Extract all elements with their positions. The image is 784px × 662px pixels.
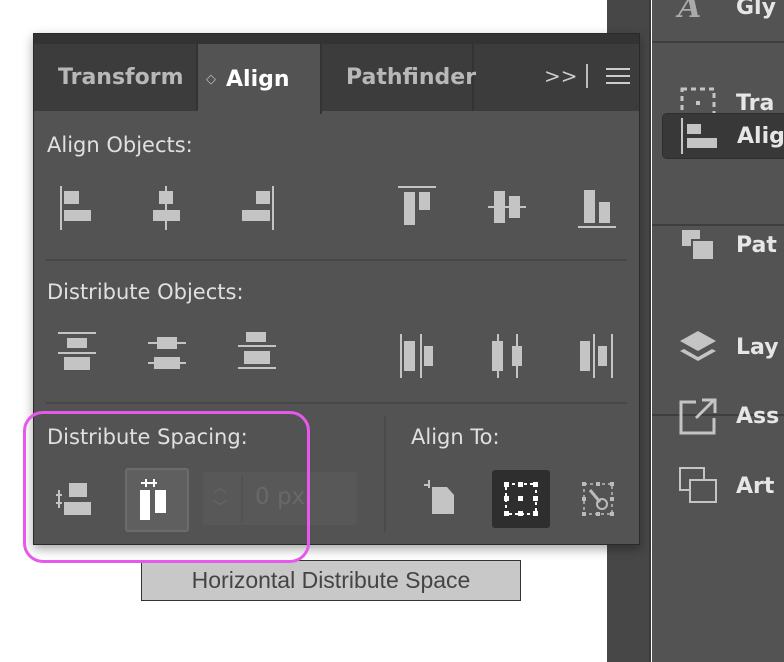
dock-divider bbox=[652, 41, 784, 43]
horizontal-distribute-center-icon[interactable] bbox=[486, 334, 530, 378]
dock-item-align[interactable]: Alig bbox=[662, 113, 784, 159]
tab-separator bbox=[586, 64, 588, 88]
align-to-selection-button[interactable] bbox=[492, 470, 550, 528]
sort-chevrons-icon: ◇ bbox=[206, 71, 216, 87]
tooltip-text: Horizontal Distribute Space bbox=[191, 567, 471, 593]
dock-item-layers[interactable]: Lay bbox=[662, 324, 784, 370]
dock-item-artboards[interactable]: Art bbox=[662, 463, 784, 509]
horizontal-align-center-icon[interactable] bbox=[144, 186, 188, 230]
vertical-align-bottom-icon[interactable] bbox=[576, 186, 620, 230]
highlight-annotation bbox=[23, 411, 310, 563]
distribute-objects-label: Distribute Objects: bbox=[47, 280, 244, 304]
tab-transform[interactable]: Transform bbox=[34, 44, 198, 111]
dock-item-glyphs[interactable]: A Gly bbox=[662, 0, 784, 30]
horizontal-align-right-icon[interactable] bbox=[234, 186, 278, 230]
tab-align[interactable]: ◇ Align bbox=[198, 44, 322, 114]
align-to-key-object-icon[interactable] bbox=[578, 480, 622, 524]
tab-pathfinder[interactable]: Pathfinder bbox=[322, 44, 476, 111]
panel-dock: A Gly Tra Alig Pat Lay Ass Art bbox=[652, 0, 784, 662]
section-divider bbox=[46, 402, 627, 404]
align-icon bbox=[681, 118, 717, 154]
align-to-artboard-icon[interactable] bbox=[422, 480, 466, 524]
dock-item-pathfinder[interactable]: Pat bbox=[662, 222, 784, 268]
asset-export-icon bbox=[679, 398, 717, 435]
vertical-divider bbox=[384, 416, 386, 532]
overflow-tabs-button[interactable]: >> bbox=[544, 64, 578, 88]
vertical-align-center-icon[interactable] bbox=[486, 186, 530, 230]
align-to-label: Align To: bbox=[411, 425, 500, 449]
dock-item-asset-export[interactable]: Ass bbox=[662, 393, 784, 439]
horizontal-align-left-icon[interactable] bbox=[56, 186, 100, 230]
layers-icon bbox=[680, 331, 716, 361]
vertical-distribute-top-icon[interactable] bbox=[56, 330, 100, 374]
vertical-align-top-icon[interactable] bbox=[396, 186, 440, 230]
horizontal-distribute-right-icon[interactable] bbox=[574, 334, 618, 378]
vertical-distribute-bottom-icon[interactable] bbox=[236, 330, 280, 374]
pathfinder-icon bbox=[682, 230, 715, 261]
hamburger-icon[interactable] bbox=[606, 68, 630, 84]
horizontal-distribute-left-icon[interactable] bbox=[398, 334, 442, 378]
glyph-icon: A bbox=[678, 0, 702, 25]
vertical-distribute-center-icon[interactable] bbox=[146, 330, 190, 374]
tab-bar: Transform ◇ Align Pathfinder >> bbox=[34, 34, 639, 114]
section-divider bbox=[46, 259, 627, 261]
artboards-icon bbox=[679, 467, 717, 503]
tooltip: Horizontal Distribute Space bbox=[141, 560, 521, 601]
align-objects-label: Align Objects: bbox=[47, 133, 193, 157]
align-to-selection-icon bbox=[504, 482, 538, 516]
